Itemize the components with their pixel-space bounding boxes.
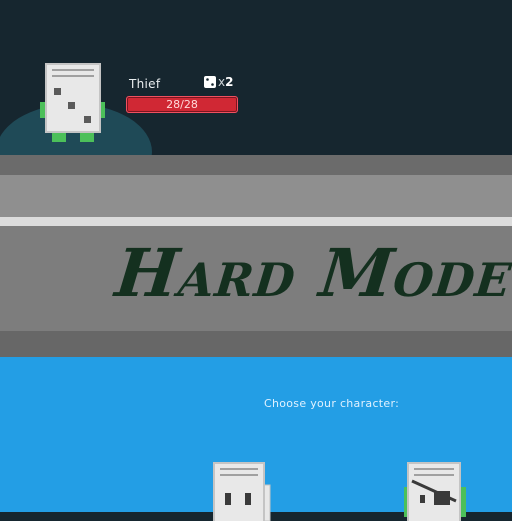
dice-counter: x2 (203, 75, 233, 89)
battle-area: Thief x2 28/28 (0, 0, 512, 200)
mode-banner: Hard Mode (0, 155, 512, 357)
dice-icon (204, 76, 216, 88)
character-select-panel: Choose your character: (0, 357, 512, 521)
banner-stripe (0, 331, 512, 357)
health-value: 28/28 (166, 98, 198, 111)
banner-title: Hard Mode (111, 234, 512, 312)
banner-stripe (0, 175, 512, 217)
dice-count: x2 (218, 75, 234, 89)
health-bar: 28/28 (126, 96, 238, 113)
banner-highlight (0, 217, 512, 226)
hero-name: Thief (129, 77, 161, 91)
choose-character-prompt: Choose your character: (264, 397, 400, 410)
thief-character-sprite[interactable] (40, 62, 110, 146)
character-option-sprite[interactable] (210, 461, 276, 521)
character-option-sprite[interactable] (404, 461, 470, 521)
banner-stripe (0, 155, 512, 175)
